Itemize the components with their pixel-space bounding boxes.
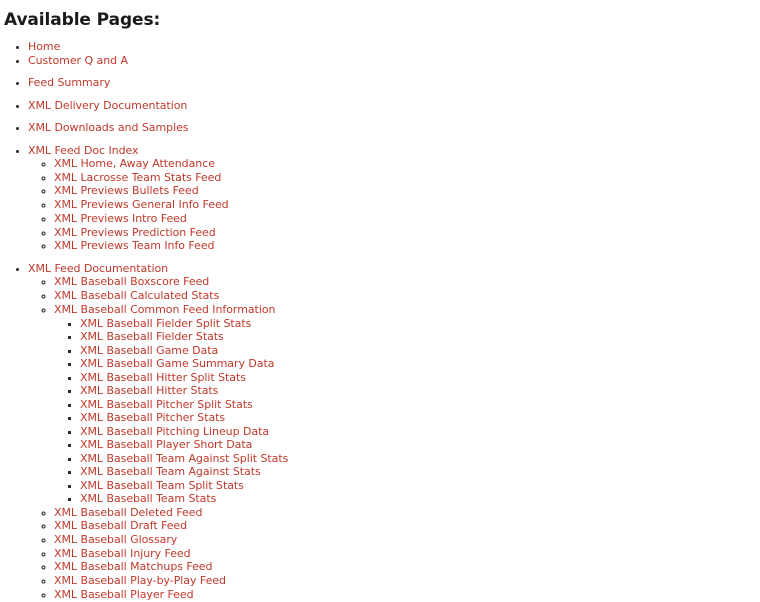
page-link[interactable]: XML Downloads and Samples (28, 121, 189, 134)
list-group-primary-links: HomeCustomer Q and A (0, 40, 760, 67)
page-link[interactable]: XML Baseball Pitcher Split Stats (80, 398, 253, 411)
list-item: XML Baseball Hitter Split Stats (80, 371, 760, 385)
page-link[interactable]: XML Baseball Deleted Feed (54, 506, 202, 519)
page-list-level-1: Feed Summary (0, 76, 760, 90)
page-link[interactable]: XML Baseball Common Feed Information (54, 303, 275, 316)
list-item: XML Baseball Play-by-Play Feed (54, 574, 760, 588)
page-list-level-1: XML Downloads and Samples (0, 121, 760, 135)
page-list-level-2: XML Baseball Boxscore FeedXML Baseball C… (28, 275, 760, 601)
list-item: XML Baseball Boxscore Feed (54, 275, 760, 289)
page-link[interactable]: XML Baseball Game Summary Data (80, 357, 274, 370)
page-link[interactable]: XML Lacrosse Team Stats Feed (54, 171, 221, 184)
list-item: XML Baseball Game Summary Data (80, 357, 760, 371)
list-item: XML Baseball Fielder Stats (80, 330, 760, 344)
list-item: XML Baseball Game Data (80, 344, 760, 358)
list-group-spacer (0, 135, 760, 144)
page-link[interactable]: XML Previews Bullets Feed (54, 184, 199, 197)
list-item: XML Baseball Hitter Stats (80, 384, 760, 398)
page-list-level-1: XML Delivery Documentation (0, 99, 760, 113)
list-item: XML Baseball Pitcher Split Stats (80, 398, 760, 412)
page-link[interactable]: XML Baseball Pitching Lineup Data (80, 425, 269, 438)
list-item: XML Baseball Fielder Split Stats (80, 317, 760, 331)
list-item: XML Baseball Matchups Feed (54, 560, 760, 574)
page-list-level-2: XML Home, Away AttendanceXML Lacrosse Te… (28, 157, 760, 253)
list-item: XML Previews Team Info Feed (54, 239, 760, 253)
list-item: XML Lacrosse Team Stats Feed (54, 171, 760, 185)
list-group-feed-summary: Feed Summary (0, 76, 760, 90)
list-item: XML Baseball Common Feed InformationXML … (54, 303, 760, 506)
list-item: XML Baseball Team Split Stats (80, 479, 760, 493)
page-link[interactable]: XML Baseball Calculated Stats (54, 289, 219, 302)
list-item: XML Feed DocumentationXML Baseball Boxsc… (28, 262, 760, 602)
list-group-xml-delivery-documentation: XML Delivery Documentation (0, 99, 760, 113)
page-link[interactable]: XML Baseball Fielder Split Stats (80, 317, 251, 330)
page-content: Available Pages: HomeCustomer Q and A Fee… (0, 0, 760, 601)
page-list-level-1: XML Feed DocumentationXML Baseball Boxsc… (0, 262, 760, 602)
list-item: Home (28, 40, 760, 54)
page-link[interactable]: XML Baseball Matchups Feed (54, 560, 213, 573)
page-link[interactable]: XML Baseball Game Data (80, 344, 218, 357)
list-item: Customer Q and A (28, 54, 760, 68)
list-group-xml-downloads-and-samples: XML Downloads and Samples (0, 121, 760, 135)
page-link[interactable]: XML Baseball Team Stats (80, 492, 216, 505)
page-list-level-1: XML Feed Doc IndexXML Home, Away Attenda… (0, 144, 760, 253)
list-item: XML Baseball Injury Feed (54, 547, 760, 561)
list-group-xml-feed-doc-index: XML Feed Doc IndexXML Home, Away Attenda… (0, 144, 760, 253)
list-group-spacer (0, 112, 760, 121)
list-item: XML Home, Away Attendance (54, 157, 760, 171)
list-item: XML Previews Intro Feed (54, 212, 760, 226)
page-link[interactable]: XML Baseball Glossary (54, 533, 177, 546)
page-link[interactable]: XML Baseball Boxscore Feed (54, 275, 209, 288)
list-item: XML Downloads and Samples (28, 121, 760, 135)
page-link[interactable]: XML Baseball Hitter Split Stats (80, 371, 246, 384)
page-link[interactable]: XML Baseball Player Short Data (80, 438, 252, 451)
page-link[interactable]: Feed Summary (28, 76, 110, 89)
page-link[interactable]: XML Feed Doc Index (28, 144, 139, 157)
page-link[interactable]: XML Baseball Play-by-Play Feed (54, 574, 226, 587)
page-link[interactable]: XML Previews General Info Feed (54, 198, 229, 211)
page-link[interactable]: XML Baseball Fielder Stats (80, 330, 224, 343)
page-link[interactable]: XML Baseball Team Split Stats (80, 479, 244, 492)
page-link[interactable]: XML Baseball Draft Feed (54, 519, 187, 532)
list-item: XML Baseball Pitching Lineup Data (80, 425, 760, 439)
list-item: XML Baseball Deleted Feed (54, 506, 760, 520)
page-link[interactable]: XML Baseball Injury Feed (54, 547, 191, 560)
list-item: Feed Summary (28, 76, 760, 90)
list-item: XML Baseball Calculated Stats (54, 289, 760, 303)
page-link[interactable]: XML Delivery Documentation (28, 99, 187, 112)
list-item: XML Baseball Glossary (54, 533, 760, 547)
page-link[interactable]: XML Previews Prediction Feed (54, 226, 216, 239)
list-group-spacer (0, 253, 760, 262)
list-item: XML Baseball Draft Feed (54, 519, 760, 533)
list-item: XML Baseball Pitcher Stats (80, 411, 760, 425)
page-link[interactable]: Home (28, 40, 60, 53)
page-list-level-1: HomeCustomer Q and A (0, 40, 760, 67)
page-link[interactable]: XML Baseball Team Against Stats (80, 465, 261, 478)
list-item: XML Baseball Team Stats (80, 492, 760, 506)
list-group-spacer (0, 90, 760, 99)
list-item: XML Baseball Player Feed (54, 588, 760, 602)
page-link[interactable]: Customer Q and A (28, 54, 128, 67)
page-link[interactable]: XML Home, Away Attendance (54, 157, 215, 170)
page-link[interactable]: XML Feed Documentation (28, 262, 168, 275)
list-item: XML Previews Prediction Feed (54, 226, 760, 240)
list-group-xml-feed-documentation: XML Feed DocumentationXML Baseball Boxsc… (0, 262, 760, 602)
list-item: XML Previews Bullets Feed (54, 184, 760, 198)
page-link[interactable]: XML Baseball Team Against Split Stats (80, 452, 288, 465)
page-link[interactable]: XML Previews Intro Feed (54, 212, 187, 225)
available-pages-list: HomeCustomer Q and A Feed Summary XML Deli… (0, 40, 760, 601)
page-link[interactable]: XML Baseball Player Feed (54, 588, 194, 601)
page-link[interactable]: XML Baseball Hitter Stats (80, 384, 218, 397)
list-item: XML Baseball Team Against Split Stats (80, 452, 760, 466)
list-item: XML Feed Doc IndexXML Home, Away Attenda… (28, 144, 760, 253)
list-group-spacer (0, 67, 760, 76)
list-item: XML Previews General Info Feed (54, 198, 760, 212)
page-link[interactable]: XML Baseball Pitcher Stats (80, 411, 225, 424)
list-item: XML Delivery Documentation (28, 99, 760, 113)
page-list-level-3: XML Baseball Fielder Split StatsXML Base… (54, 317, 760, 506)
page-title: Available Pages: (4, 10, 161, 30)
page-link[interactable]: XML Previews Team Info Feed (54, 239, 215, 252)
list-item: XML Baseball Player Short Data (80, 438, 760, 452)
list-item: XML Baseball Team Against Stats (80, 465, 760, 479)
